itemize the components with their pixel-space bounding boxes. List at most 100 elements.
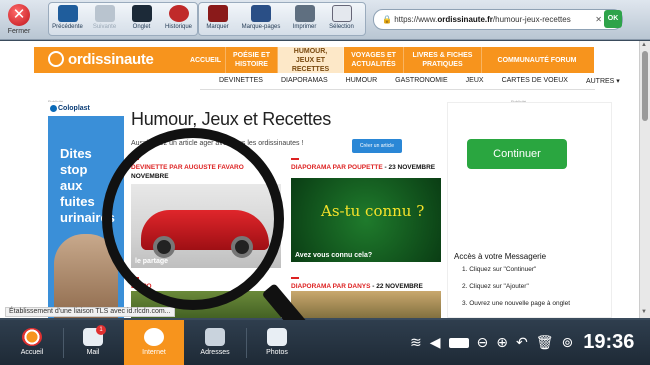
dock-label: Accueil bbox=[20, 349, 44, 356]
print-button[interactable]: Imprimer bbox=[286, 3, 323, 35]
system-tray: ≋ ◀ ⊖ ⊕ ↶ 🗑 ⊚ 19:36 bbox=[410, 320, 634, 365]
bookmark-group: Marquer Marque-pages Imprimer Sélection bbox=[198, 2, 366, 36]
card-caption: Avez vous connu cela? bbox=[295, 252, 373, 259]
print-label: Imprimer bbox=[292, 24, 317, 30]
vertical-scrollbar[interactable]: ▲ ▼ bbox=[639, 41, 650, 318]
help-icon[interactable]: ⊚ bbox=[562, 334, 574, 351]
site-logo[interactable]: ordissinaute bbox=[48, 51, 154, 68]
dock-label: Adresses bbox=[200, 349, 230, 356]
dock-label: Mail bbox=[86, 349, 100, 356]
subnav-devinettes[interactable]: DEVINETTES bbox=[210, 77, 272, 85]
scroll-down-icon[interactable]: ▼ bbox=[641, 309, 647, 315]
taskbar: Accueil 1 Mail Internet Adresses Photos … bbox=[0, 320, 650, 365]
history-icon bbox=[168, 5, 189, 22]
ad-right: Continuer Accès à votre Messagerie 1. Cl… bbox=[447, 102, 612, 318]
create-article-button[interactable]: Créer un article bbox=[352, 139, 402, 153]
continue-button[interactable]: Continuer bbox=[467, 139, 567, 169]
forward-button[interactable]: Suivante bbox=[86, 3, 123, 35]
nav-livres[interactable]: LIVRES & FICHES PRATIQUES bbox=[404, 47, 482, 73]
dock-mail[interactable]: 1 Mail bbox=[63, 320, 123, 365]
dock-accueil[interactable]: Accueil bbox=[2, 320, 62, 365]
dock-photos[interactable]: Photos bbox=[247, 320, 307, 365]
battery-icon bbox=[448, 337, 469, 348]
sound-icon[interactable]: ◀ bbox=[430, 334, 441, 351]
magnifier-icon bbox=[102, 128, 284, 310]
mail-badge: 1 bbox=[96, 325, 106, 335]
camera-icon bbox=[267, 328, 287, 346]
clock: 19:36 bbox=[583, 331, 635, 353]
bookmarks-icon bbox=[251, 5, 271, 22]
article-card[interactable]: DIAPORAMA PAR DANYS - 22 NOVEMBRE bbox=[291, 277, 441, 318]
home-icon bbox=[22, 328, 42, 346]
navigation-group: Précédente Suivante Onglet Historique bbox=[48, 2, 198, 36]
back-button[interactable]: Précédente bbox=[49, 3, 86, 35]
logo-icon bbox=[48, 51, 64, 67]
close-label: Fermer bbox=[7, 28, 31, 35]
main-nav: ACCUEIL POÉSIE ET HISTOIRE HUMOUR, JEUX … bbox=[186, 47, 592, 73]
subnav-cartes[interactable]: CARTES DE VOEUX bbox=[493, 77, 577, 85]
subnav-jeux[interactable]: JEUX bbox=[457, 77, 493, 85]
dock-internet[interactable]: Internet bbox=[124, 320, 184, 365]
browser-toolbar: ✕ Fermer Précédente Suivante Onglet Hist… bbox=[0, 0, 650, 40]
tab-button[interactable]: Onglet bbox=[123, 3, 160, 35]
ad-heading: Accès à votre Messagerie bbox=[454, 252, 547, 261]
ad-steps: 1. Cliquez sur "Continuer" 2. Cliquez su… bbox=[462, 266, 570, 317]
dock-adresses[interactable]: Adresses bbox=[185, 320, 245, 365]
history-button[interactable]: Historique bbox=[160, 3, 197, 35]
zoom-out-icon[interactable]: ⊖ bbox=[477, 334, 489, 351]
main-content: Humour, Jeux et Recettes Aussi créez un … bbox=[131, 109, 441, 153]
zoom-in-icon[interactable]: ⊕ bbox=[496, 334, 508, 351]
undo-icon[interactable]: ↶ bbox=[516, 334, 528, 351]
wifi-icon[interactable]: ≋ bbox=[410, 334, 422, 351]
site-header: ordissinaute ACCUEIL POÉSIE ET HISTOIRE … bbox=[34, 47, 594, 73]
status-bar: Établissement d'une liaison TLS avec id.… bbox=[5, 307, 175, 317]
tab-icon bbox=[131, 5, 152, 22]
forward-label: Suivante bbox=[92, 24, 117, 30]
ad-step: 1. Cliquez sur "Continuer" bbox=[462, 266, 537, 273]
nav-poesie[interactable]: POÉSIE ET HISTOIRE bbox=[226, 47, 278, 73]
subnav-divider bbox=[200, 89, 595, 90]
bookmark-star-icon bbox=[207, 5, 228, 22]
nav-humour[interactable]: HUMOUR, JEUX ET RECETTES bbox=[278, 47, 344, 73]
go-button[interactable]: OK bbox=[604, 10, 622, 28]
card-category: DIAPORAMA PAR POUPETTE - 23 NOVEMBRE bbox=[291, 164, 436, 171]
subnav-humour[interactable]: HUMOUR bbox=[337, 77, 387, 85]
dock-label: Internet bbox=[142, 349, 166, 356]
sub-nav: DEVINETTES DIAPORAMAS HUMOUR GASTRONOMIE… bbox=[210, 77, 629, 85]
card-accent bbox=[291, 277, 299, 279]
article-card[interactable]: DIAPORAMA PAR POUPETTE - 23 NOVEMBRE As-… bbox=[291, 158, 441, 262]
web-page: ordissinaute ACCUEIL POÉSIE ET HISTOIRE … bbox=[0, 41, 639, 318]
bookmarks-button[interactable]: Marque-pages bbox=[236, 3, 286, 35]
close-button[interactable]: ✕ Fermer bbox=[2, 2, 36, 38]
printer-icon bbox=[294, 5, 315, 22]
scroll-up-icon[interactable]: ▲ bbox=[641, 42, 647, 48]
card-category: DIAPORAMA PAR DANYS - 22 NOVEMBRE bbox=[291, 283, 423, 290]
forward-arrow-icon bbox=[94, 5, 115, 22]
history-label: Historique bbox=[164, 24, 192, 30]
page-title: Humour, Jeux et Recettes bbox=[131, 109, 331, 129]
selection-button[interactable]: Sélection bbox=[323, 3, 360, 35]
card-image: As-tu connu ? Avez vous connu cela? bbox=[291, 178, 441, 262]
scroll-thumb[interactable] bbox=[642, 51, 648, 121]
bookmark-add-button[interactable]: Marquer bbox=[199, 3, 236, 35]
selection-label: Sélection bbox=[329, 24, 354, 30]
nav-communaute[interactable]: COMMUNAUTÉ FORUM bbox=[482, 47, 592, 73]
close-icon: ✕ bbox=[8, 4, 30, 26]
logo-text: ordissinaute bbox=[68, 51, 154, 68]
nav-voyages[interactable]: VOYAGES ET ACTUALITÉS bbox=[344, 47, 404, 73]
clear-url-icon[interactable]: ✕ bbox=[595, 10, 602, 29]
ad-step: 2. Cliquez sur "Ajouter" bbox=[462, 283, 529, 290]
nav-accueil[interactable]: ACCUEIL bbox=[186, 47, 226, 73]
url-bar[interactable]: 🔒 https://www.ordissinaute.fr/humour-jeu… bbox=[373, 9, 623, 30]
bookmark-add-label: Marquer bbox=[206, 24, 229, 30]
subnav-autres[interactable]: AUTRES ▾ bbox=[577, 77, 629, 85]
lock-icon: 🔒 bbox=[382, 15, 392, 24]
subnav-diaporamas[interactable]: DIAPORAMAS bbox=[272, 77, 337, 85]
url-host: ordissinaute.fr bbox=[437, 15, 493, 24]
trash-icon[interactable]: 🗑 bbox=[536, 334, 554, 351]
card-image bbox=[291, 291, 441, 318]
subnav-gastronomie[interactable]: GASTRONOMIE bbox=[386, 77, 457, 85]
screen: ✕ Fermer Précédente Suivante Onglet Hist… bbox=[0, 0, 650, 365]
contacts-icon bbox=[205, 328, 225, 346]
dock-label: Photos bbox=[266, 349, 288, 356]
